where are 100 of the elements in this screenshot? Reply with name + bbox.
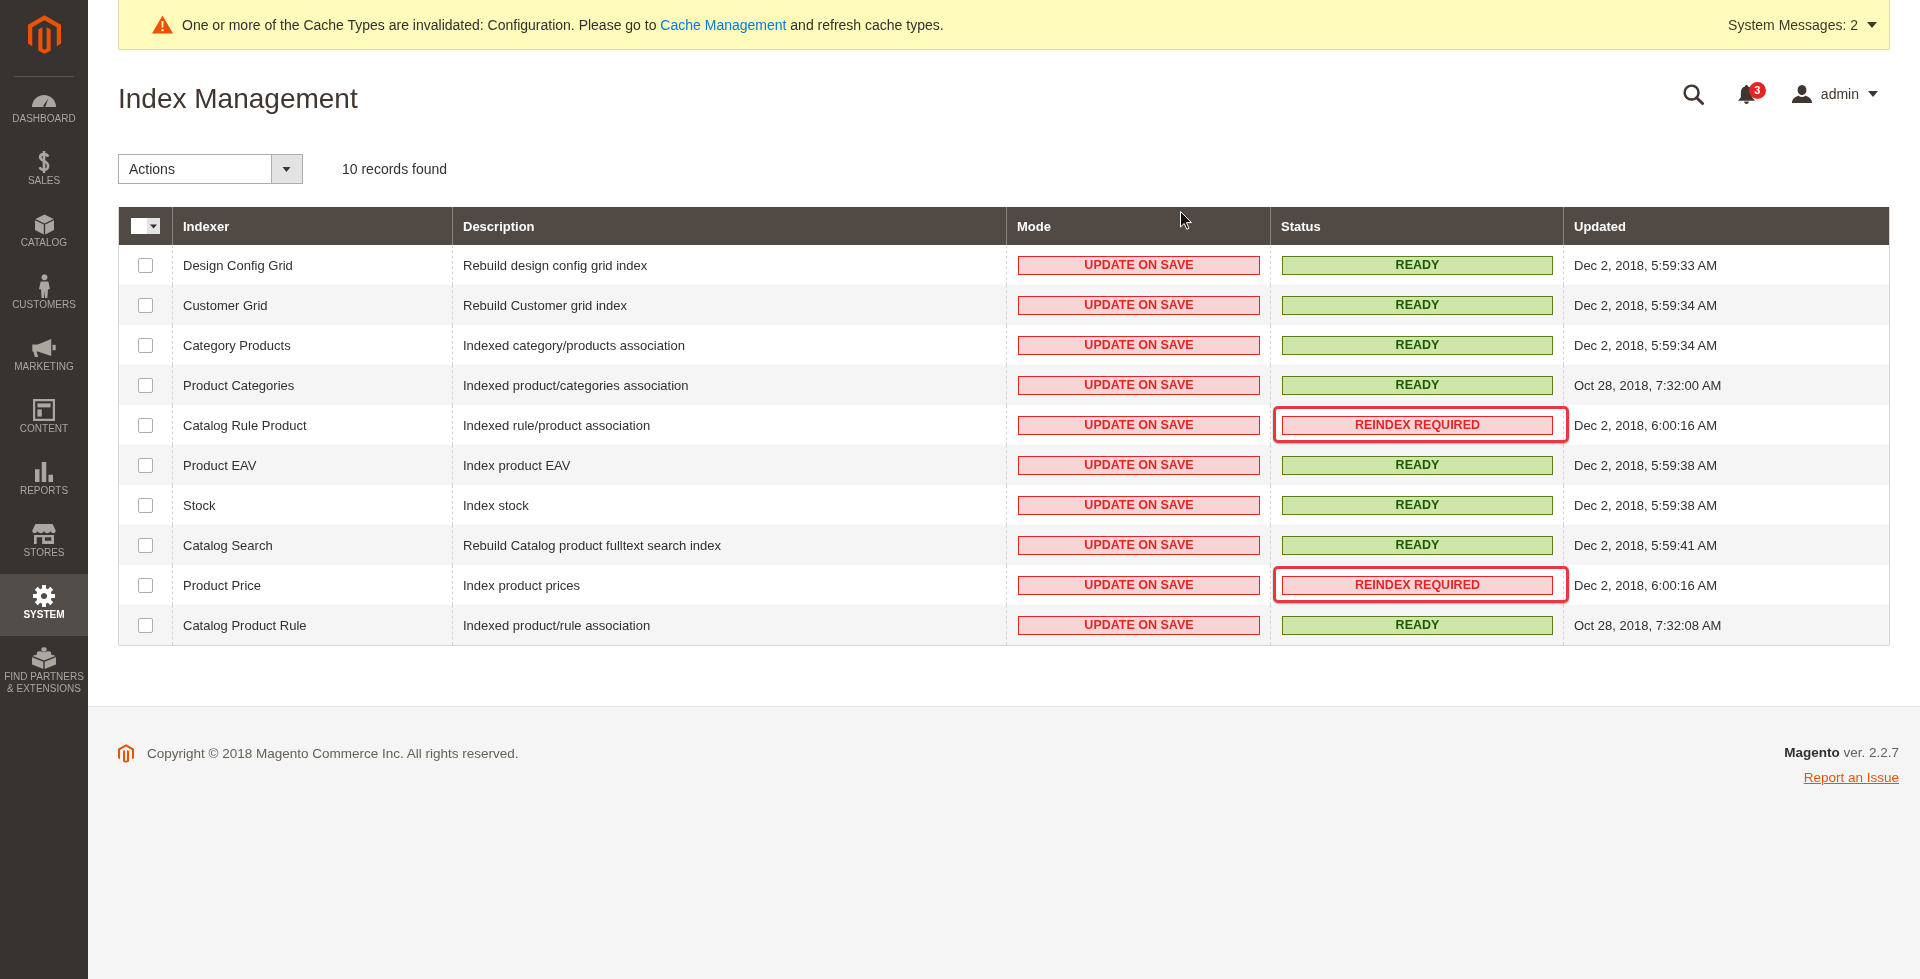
updated-date: Dec 2, 2018, 5:59:38 AM (1574, 457, 1718, 473)
search-icon[interactable] (1682, 83, 1704, 105)
gauge-icon (32, 93, 56, 107)
updated-date: Dec 2, 2018, 5:59:34 AM (1574, 337, 1718, 353)
indexer-description: Indexed product/rule association (463, 617, 651, 633)
indexer-name: Category Products (183, 337, 291, 353)
indexer-description: Indexed category/products association (463, 337, 685, 353)
status-badge: READY (1282, 255, 1553, 275)
row-checkbox[interactable] (138, 578, 153, 594)
megaphone-icon (32, 339, 56, 357)
bar-chart-icon (35, 462, 53, 482)
mode-badge: UPDATE ON SAVE (1018, 255, 1260, 275)
dollar-sign-icon (37, 150, 51, 174)
status-badge: REINDEX REQUIRED (1282, 415, 1553, 435)
indexer-description: Indexed rule/product association (463, 417, 651, 433)
warning-icon (152, 15, 173, 34)
select-all-checkbox[interactable] (131, 218, 147, 235)
status-badge: READY (1282, 295, 1553, 315)
box-icon (34, 213, 54, 235)
version-text: Magento ver. 2.2.7 (1784, 744, 1899, 762)
indexer-name: Catalog Search (183, 537, 273, 553)
sidebar-menu-item[interactable]: CATALOG (0, 202, 88, 264)
updated-date: Oct 28, 2018, 7:32:00 AM (1574, 377, 1722, 393)
column-header[interactable]: Mode (1006, 207, 1270, 245)
notification-count-badge: 3 (1748, 81, 1766, 99)
row-checkbox[interactable] (138, 538, 153, 554)
indexer-description: Rebuild Catalog product fulltext search index (463, 537, 721, 553)
updated-date: Dec 2, 2018, 5:59:34 AM (1574, 297, 1718, 313)
row-checkbox[interactable] (138, 418, 153, 434)
indexer-description: Rebuild design config grid index (463, 257, 648, 273)
sidebar-menu-item[interactable]: CONTENT (0, 388, 88, 450)
status-badge: REINDEX REQUIRED (1282, 575, 1553, 595)
sidebar-menu-item[interactable]: SYSTEM (0, 574, 88, 636)
indexer-name: Product Price (183, 577, 262, 593)
indexer-name: Stock (183, 497, 216, 513)
caret-icon (147, 218, 160, 235)
person-icon (38, 274, 50, 298)
records-count: 10 records found (342, 161, 448, 177)
column-header[interactable]: Status (1270, 207, 1563, 245)
updated-date: Oct 28, 2018, 7:32:08 AM (1574, 617, 1722, 633)
indexer-description: Indexed product/categories association (463, 377, 689, 393)
updated-date: Dec 2, 2018, 5:59:38 AM (1574, 497, 1718, 513)
copyright-text: Copyright © 2018 Magento Commerce Inc. All rights reserved. (147, 744, 519, 763)
indexer-description: Rebuild Customer grid index (463, 297, 628, 313)
sidebar-menu-item[interactable]: DASHBOARD (0, 78, 88, 140)
status-badge: READY (1282, 455, 1553, 475)
page-title: Index Management (118, 82, 358, 116)
sidebar-menu-item[interactable]: SALES (0, 140, 88, 202)
indexer-name: Design Config Grid (183, 257, 293, 273)
mode-badge: UPDATE ON SAVE (1018, 535, 1260, 555)
sidebar-menu-item[interactable]: REPORTS (0, 450, 88, 512)
updated-date: Dec 2, 2018, 5:59:41 AM (1574, 537, 1718, 553)
column-header[interactable]: Indexer (172, 207, 452, 245)
caret-icon (1868, 91, 1878, 97)
actions-select[interactable]: Actions (118, 154, 303, 184)
sidebar-menu-item[interactable]: STORES (0, 512, 88, 574)
storefront-icon (32, 524, 56, 544)
indexer-name: Customer Grid (183, 297, 268, 313)
column-header[interactable]: Updated (1563, 207, 1889, 245)
row-checkbox[interactable] (138, 338, 153, 354)
mode-badge: UPDATE ON SAVE (1018, 495, 1260, 515)
row-checkbox[interactable] (138, 378, 153, 394)
page-layout-icon (33, 399, 55, 421)
status-badge: READY (1282, 535, 1553, 555)
gear-icon (33, 585, 55, 607)
status-badge: READY (1282, 335, 1553, 355)
mode-badge: UPDATE ON SAVE (1018, 335, 1260, 355)
caret-icon (1867, 21, 1877, 28)
indexer-description: Index product prices (463, 577, 581, 593)
updated-date: Dec 2, 2018, 5:59:33 AM (1574, 257, 1718, 273)
mode-badge: UPDATE ON SAVE (1018, 415, 1260, 435)
logo-icon (118, 744, 134, 763)
system-messages-toggle[interactable]: System Messages: 2 (1728, 16, 1877, 33)
row-checkbox[interactable] (138, 618, 153, 634)
sidebar-menu-item[interactable]: FIND PARTNERS & EXTENSIONS (0, 636, 88, 698)
mode-badge: UPDATE ON SAVE (1018, 575, 1260, 595)
sidebar-menu-item[interactable]: CUSTOMERS (0, 264, 88, 326)
report-issue-link[interactable]: Report an Issue (1803, 769, 1899, 787)
mode-badge: UPDATE ON SAVE (1018, 375, 1260, 395)
row-checkbox[interactable] (138, 258, 153, 274)
sidebar-menu-item[interactable]: MARKETING (0, 326, 88, 388)
indexer-name: Catalog Product Rule (183, 617, 307, 633)
brick-icon (32, 647, 56, 669)
logo-icon[interactable] (27, 15, 61, 54)
row-checkbox[interactable] (138, 298, 153, 314)
column-header[interactable]: Description (452, 207, 1006, 245)
system-message-text: One or more of the Cache Types are invalidated: Configuration. Please go to Cache Management and refresh cache types. (182, 16, 945, 33)
updated-date: Dec 2, 2018, 6:00:16 AM (1574, 417, 1718, 433)
row-checkbox[interactable] (138, 498, 153, 514)
mode-badge: UPDATE ON SAVE (1018, 455, 1260, 475)
user-icon (1791, 85, 1812, 103)
row-checkbox[interactable] (138, 458, 153, 474)
updated-date: Dec 2, 2018, 6:00:16 AM (1574, 577, 1718, 593)
user-menu-button[interactable]: admin (1791, 85, 1878, 103)
cache-management-link[interactable]: Cache Management (660, 16, 787, 33)
mouse-pointer-icon (1180, 211, 1192, 230)
mass-select-control[interactable] (131, 218, 160, 235)
indexer-name: Product Categories (183, 377, 295, 393)
indexer-description: Index stock (463, 497, 529, 513)
status-badge: READY (1282, 615, 1553, 635)
